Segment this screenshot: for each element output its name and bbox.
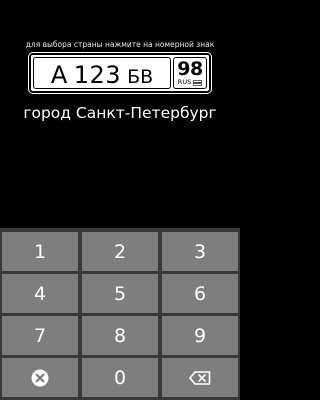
russia-flag-icon [193, 79, 203, 86]
country-code: RUS [177, 78, 192, 86]
key-2[interactable]: 2 [82, 232, 158, 271]
plate-letters: БВ [127, 66, 154, 88]
key-5[interactable]: 5 [82, 274, 158, 313]
key-1[interactable]: 1 [2, 232, 78, 271]
license-plate[interactable]: А 123 БВ 98 RUS [29, 53, 211, 93]
key-7[interactable]: 7 [2, 316, 78, 355]
close-circle-icon [31, 369, 49, 386]
key-8[interactable]: 8 [82, 316, 158, 355]
plate-region: 98 RUS [173, 57, 207, 89]
key-0[interactable]: 0 [82, 358, 158, 397]
plate-letter: А [50, 61, 68, 89]
plate-digits: 123 [73, 61, 122, 89]
key-3[interactable]: 3 [162, 232, 238, 271]
key-9[interactable]: 9 [162, 316, 238, 355]
country-hint: для выбора страны нажмите на номерной зн… [25, 40, 215, 49]
key-4[interactable]: 4 [2, 274, 78, 313]
numeric-keypad: 1 2 3 4 5 6 7 8 9 0 [0, 228, 240, 400]
clear-button[interactable] [2, 358, 78, 397]
backspace-button[interactable] [162, 358, 238, 397]
app-screen: для выбора страны нажмите на номерной зн… [0, 0, 240, 400]
city-label: город Санкт-Петербург [23, 104, 217, 122]
plate-number: А 123 БВ [33, 57, 171, 89]
region-code: 98 [177, 58, 203, 80]
key-6[interactable]: 6 [162, 274, 238, 313]
backspace-icon [189, 370, 211, 385]
